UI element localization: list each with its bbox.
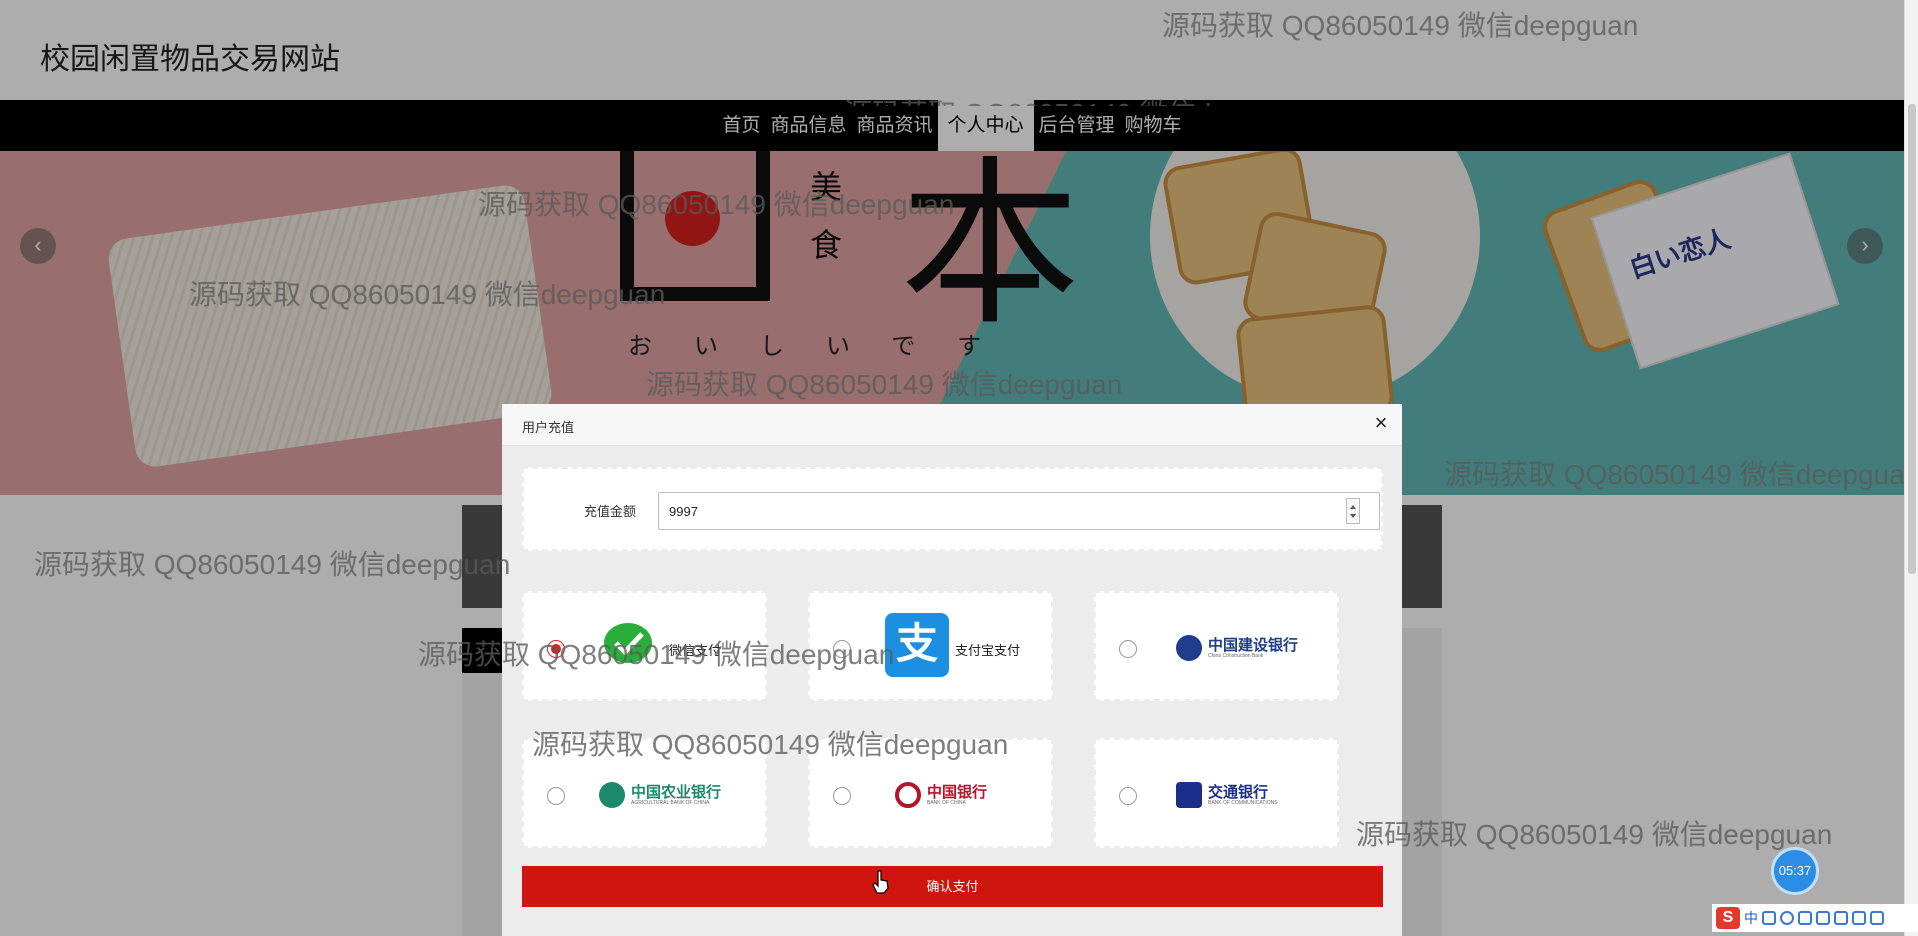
payment-radio-wechat[interactable]: [547, 640, 565, 658]
payment-option-abc[interactable]: 中国农业银行 AGRICULTURAL BANK OF CHINA: [522, 738, 767, 848]
hand-cursor-icon: [872, 870, 889, 894]
modal-title: 用户充值: [522, 420, 575, 435]
ccb-subtitle: China Construction Bank: [1208, 652, 1264, 659]
boc-icon: [895, 782, 921, 808]
skin-icon[interactable]: [1852, 911, 1866, 925]
payment-radio-boc[interactable]: [833, 787, 851, 805]
boc-logo: 中国银行 BANK OF CHINA: [895, 775, 987, 815]
apps-grid-icon[interactable]: [1870, 911, 1884, 925]
amount-stepper[interactable]: [1346, 498, 1360, 524]
payment-radio-bocom[interactable]: [1119, 787, 1137, 805]
ime-toolbar[interactable]: S 中: [1712, 904, 1918, 932]
bocom-name: 交通银行: [1208, 783, 1269, 802]
sogou-ime-icon[interactable]: S: [1716, 907, 1740, 929]
payment-option-bocom[interactable]: 交通银行 BANK OF COMMUNICATIONS: [1094, 738, 1339, 848]
ccb-icon: [1176, 635, 1202, 661]
payment-label-alipay: 支付宝支付: [955, 643, 1021, 658]
punctuation-icon[interactable]: [1762, 911, 1776, 925]
ccb-name: 中国建设银行: [1208, 636, 1299, 655]
wechat-icon: [604, 623, 652, 663]
confirm-payment-button[interactable]: 确认支付: [522, 866, 1383, 907]
close-button[interactable]: ×: [1370, 412, 1392, 435]
payment-radio-alipay[interactable]: [833, 640, 851, 658]
payment-option-boc[interactable]: 中国银行 BANK OF CHINA: [808, 738, 1053, 848]
abc-subtitle: AGRICULTURAL BANK OF CHINA: [631, 799, 710, 806]
payment-radio-abc[interactable]: [547, 787, 565, 805]
user-icon[interactable]: [1834, 911, 1848, 925]
payment-option-alipay[interactable]: 支 支付宝支付: [808, 591, 1053, 701]
recording-timer: 05:37: [1771, 847, 1819, 895]
emoji-icon[interactable]: [1780, 911, 1794, 925]
microphone-icon[interactable]: [1798, 911, 1812, 925]
ccb-logo: 中国建设银行 China Construction Bank: [1176, 628, 1298, 668]
amount-row: 充值金额: [522, 467, 1383, 551]
recharge-modal: 用户充值 × 充值金额 微信支付 支 支付宝支付 中国建设银行 China Co…: [502, 404, 1402, 936]
boc-name: 中国银行: [927, 783, 988, 802]
stepper-up-icon[interactable]: [1350, 505, 1356, 509]
abc-name: 中国农业银行: [631, 783, 722, 802]
alipay-icon: 支: [885, 613, 949, 677]
amount-input[interactable]: [658, 492, 1380, 530]
abc-icon: [599, 782, 625, 808]
boc-subtitle: BANK OF CHINA: [927, 799, 966, 806]
ime-mode-label[interactable]: 中: [1744, 908, 1758, 928]
modal-header: 用户充值 ×: [502, 404, 1402, 446]
bocom-logo: 交通银行 BANK OF COMMUNICATIONS: [1176, 775, 1278, 815]
payment-option-ccb[interactable]: 中国建设银行 China Construction Bank: [1094, 591, 1339, 701]
page-scrollbar[interactable]: [1904, 0, 1918, 936]
bocom-subtitle: BANK OF COMMUNICATIONS: [1208, 799, 1278, 806]
bocom-icon: [1176, 782, 1202, 808]
payment-option-wechat[interactable]: 微信支付: [522, 591, 767, 701]
abc-logo: 中国农业银行 AGRICULTURAL BANK OF CHINA: [599, 775, 721, 815]
payment-label-wechat: 微信支付: [669, 643, 722, 658]
payment-radio-ccb[interactable]: [1119, 640, 1137, 658]
keyboard-icon[interactable]: [1816, 911, 1830, 925]
scrollbar-thumb[interactable]: [1908, 104, 1916, 574]
stepper-down-icon[interactable]: [1350, 514, 1356, 518]
amount-label: 充值金额: [584, 504, 637, 519]
